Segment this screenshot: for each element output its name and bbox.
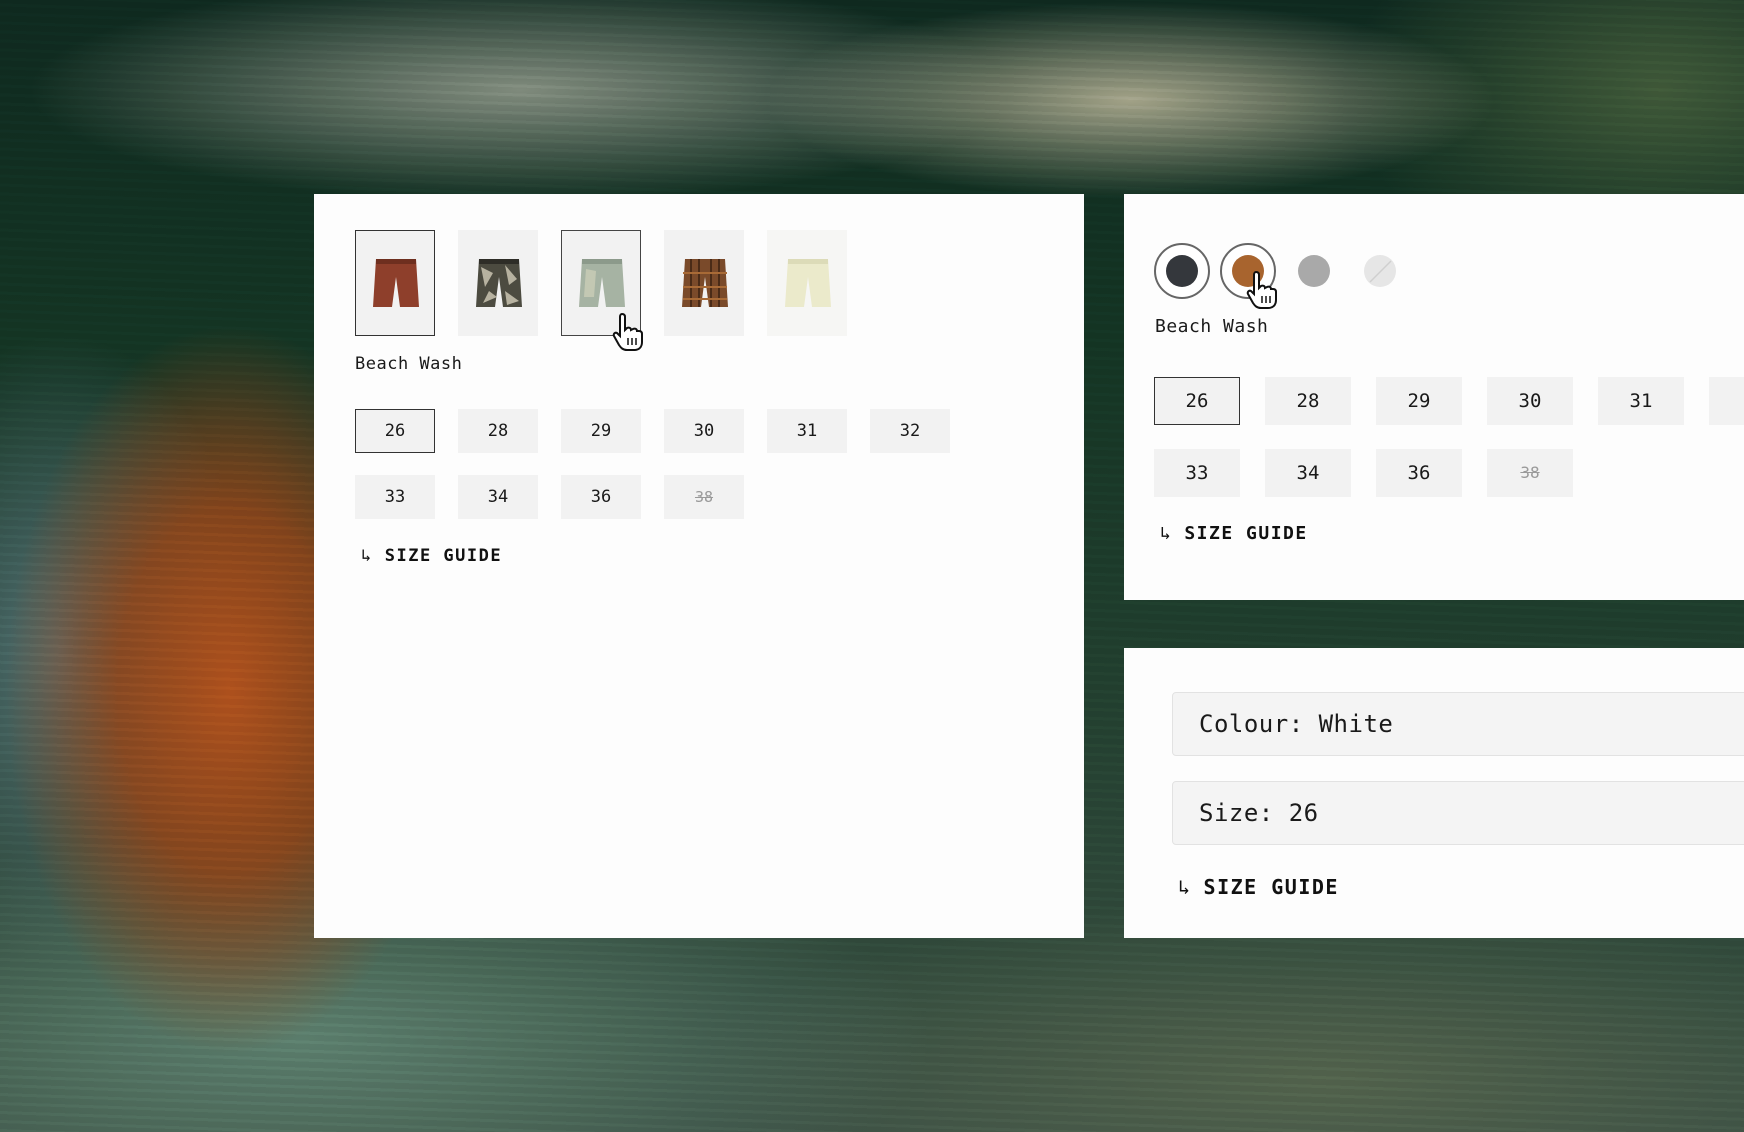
thumbnail-brown-plaid-shorts[interactable] xyxy=(664,230,744,336)
size-option-26[interactable]: 26 xyxy=(1154,377,1240,425)
size-guide-link[interactable]: ↳ SIZE GUIDE xyxy=(361,546,502,566)
dropdown-variant-panel: Colour: White Size: 26 ↳ SIZE GUIDE xyxy=(1124,648,1744,938)
return-arrow-icon: ↳ xyxy=(361,546,373,566)
return-arrow-icon: ↳ xyxy=(1160,523,1173,544)
swatch-charcoal[interactable] xyxy=(1154,243,1210,299)
size-option-36[interactable]: 36 xyxy=(1376,449,1462,497)
size-option-overflow[interactable] xyxy=(1709,377,1744,425)
swatch-unavailable xyxy=(1364,255,1396,287)
unavailable-slash-icon xyxy=(1369,260,1392,283)
selected-color-name: Beach Wash xyxy=(355,354,463,374)
cream-shorts-image xyxy=(785,259,831,307)
size-option-33[interactable]: 33 xyxy=(355,475,435,519)
brown-plaid-shorts-image xyxy=(682,259,728,307)
size-guide-link[interactable]: ↳ SIZE GUIDE xyxy=(1160,523,1308,544)
size-guide-link[interactable]: ↳ SIZE GUIDE xyxy=(1178,875,1339,899)
size-option-28[interactable]: 28 xyxy=(1265,377,1351,425)
thumbnail-rust-shorts[interactable] xyxy=(355,230,435,336)
camo-print-shorts-image xyxy=(476,259,522,307)
size-option-29[interactable]: 29 xyxy=(1376,377,1462,425)
swatch-grey[interactable] xyxy=(1298,255,1330,287)
selected-color-name: Beach Wash xyxy=(1155,316,1269,337)
swatch-variant-panel: Beach Wash 26 28 29 30 31 33 34 36 38 ↳ … xyxy=(1124,194,1744,600)
size-option-34[interactable]: 34 xyxy=(458,475,538,519)
size-option-36[interactable]: 36 xyxy=(561,475,641,519)
size-option-30[interactable]: 30 xyxy=(1487,377,1573,425)
size-option-28[interactable]: 28 xyxy=(458,409,538,453)
size-option-26[interactable]: 26 xyxy=(355,409,435,453)
size-guide-label: SIZE GUIDE xyxy=(1203,875,1339,899)
size-option-31[interactable]: 31 xyxy=(1598,377,1684,425)
rust-shorts-image xyxy=(373,259,419,307)
colour-select[interactable]: Colour: White xyxy=(1172,692,1744,756)
size-option-30[interactable]: 30 xyxy=(664,409,744,453)
size-option-38-unavailable: 38 xyxy=(664,475,744,519)
size-option-33[interactable]: 33 xyxy=(1154,449,1240,497)
swatch-brown[interactable] xyxy=(1220,243,1276,299)
size-guide-label: SIZE GUIDE xyxy=(384,546,503,566)
size-select[interactable]: Size: 26 xyxy=(1172,781,1744,845)
light-wash-denim-shorts-image xyxy=(579,259,625,307)
thumbnail-variant-panel: Beach Wash 26 28 29 30 31 32 33 34 36 38… xyxy=(314,194,1084,938)
swatch-charcoal-dot xyxy=(1166,255,1198,287)
thumbnail-cream-shorts[interactable] xyxy=(767,230,847,336)
thumbnail-camo-print-shorts[interactable] xyxy=(458,230,538,336)
thumbnail-light-wash-denim-shorts[interactable] xyxy=(561,230,641,336)
return-arrow-icon: ↳ xyxy=(1178,875,1192,899)
size-option-31[interactable]: 31 xyxy=(767,409,847,453)
size-option-38-unavailable: 38 xyxy=(1487,449,1573,497)
size-option-32[interactable]: 32 xyxy=(870,409,950,453)
size-option-34[interactable]: 34 xyxy=(1265,449,1351,497)
size-option-29[interactable]: 29 xyxy=(561,409,641,453)
swatch-brown-dot xyxy=(1232,255,1264,287)
size-guide-label: SIZE GUIDE xyxy=(1184,523,1308,544)
